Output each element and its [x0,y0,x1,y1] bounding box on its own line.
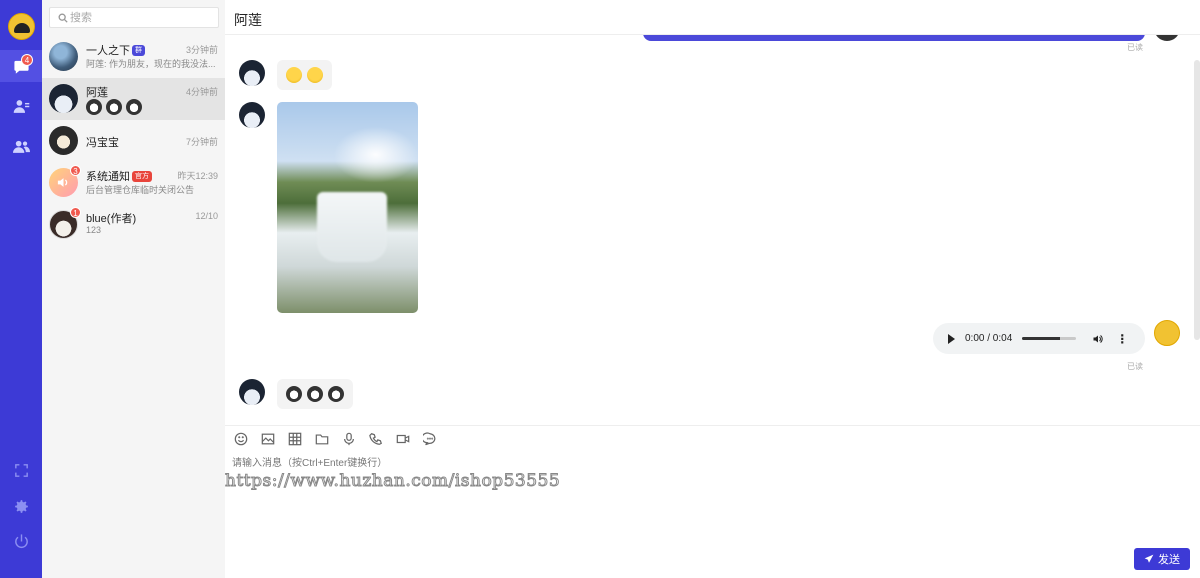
send-icon [1144,554,1154,563]
folder-icon[interactable] [315,432,329,446]
avatar [239,60,265,86]
more-options-icon[interactable]: ⋮ [1116,333,1128,345]
image-icon[interactable] [261,432,275,446]
conversation-time: 7分钟前 [185,137,218,147]
conversation-preview: 后台管理仓库临时关闭公告 [86,185,195,195]
read-status: 已读 [1127,43,1143,52]
nav-settings[interactable] [0,490,42,522]
my-avatar [1154,320,1180,346]
conversation-preview [86,99,218,115]
send-button[interactable]: 发送 [1134,548,1190,570]
conversation-time: 12/10 [195,211,218,221]
sent-message-bubble[interactable] [643,35,1145,41]
chat-title: 阿莲 [234,12,262,28]
speaker-icon [57,178,68,187]
emoji-icon [126,99,142,115]
play-icon[interactable] [948,333,955,344]
left-rail: 4 [0,0,42,578]
conversation-time: 3分钟前 [185,45,218,55]
conversation-item[interactable]: 一人之下 群 3分钟前 阿莲: 作为朋友，现在的我没法... [42,36,225,78]
search-box [49,7,219,28]
conversation-item[interactable]: 阿莲 4分钟前 [42,78,225,120]
official-tag: 官方 [132,170,152,182]
nav-chats[interactable]: 4 [0,50,42,82]
nav-contacts[interactable] [0,90,42,122]
avatar [49,84,78,113]
conversation-name: blue(作者) [86,213,137,225]
conversation-name: 冯宝宝 [86,137,119,149]
send-label: 发送 [1158,554,1180,566]
chat-unread-badge: 4 [21,54,33,66]
video-icon[interactable] [396,432,410,446]
emoji-icon [286,67,302,83]
image-message[interactable] [277,102,418,313]
avatar [49,126,78,155]
avatar [239,102,265,128]
divider [225,425,1200,426]
message-bubble[interactable] [277,60,332,90]
waterfall [317,192,387,262]
emoji-icon [307,386,323,402]
conversation-item[interactable]: 3 系统通知 官方 昨天12:39 后台管理仓库临时关闭公告 [42,162,225,204]
emoji-icon [307,67,323,83]
my-avatar [1154,35,1180,41]
nav-logout[interactable] [0,525,42,557]
mic-icon[interactable] [342,432,356,446]
chat-icon[interactable] [423,432,437,446]
conversation-preview: 123 [86,225,102,235]
conversation-time: 昨天12:39 [177,171,218,181]
audio-time: 0:00 / 0:04 [965,333,1013,344]
emoji-icon [106,99,122,115]
avatar [49,42,78,71]
power-icon [14,533,28,548]
gear-icon [14,499,28,513]
conversation-time: 4分钟前 [185,87,218,97]
audio-progress[interactable] [1022,337,1077,340]
unread-badge: 3 [70,165,81,176]
conversation-list: 一人之下 群 3分钟前 阿莲: 作为朋友，现在的我没法... 阿莲 4分钟前 冯… [42,0,225,578]
composer-toolbar [234,432,437,446]
fullscreen-icon [14,463,28,477]
emoji-icon[interactable] [234,432,248,446]
my-avatar[interactable] [8,13,35,40]
nav-fullscreen[interactable] [0,454,42,486]
emoji-icon [286,386,302,402]
read-status: 已读 [1127,362,1143,371]
phone-icon[interactable] [369,432,383,446]
table-icon[interactable] [288,432,302,446]
avatar [239,379,265,405]
volume-icon[interactable] [1092,333,1104,345]
watermark: https://www.huzhan.com/ishop53555 [224,471,561,492]
unread-badge: 1 [70,207,81,218]
conversation-preview: 阿莲: 作为朋友，现在的我没法... [86,59,216,69]
scrollbar[interactable] [1194,60,1200,340]
message-input[interactable] [232,454,1192,544]
chat-panel: 阿莲 已读 0:00 / 0:04 ⋮ 已读 请输入消息（按Ctrl+Enter… [225,0,1200,578]
audio-progress-fill [1022,337,1061,340]
search-icon [58,13,68,23]
message-bubble[interactable] [277,379,353,409]
message-area[interactable]: 已读 0:00 / 0:04 ⋮ 已读 [225,35,1200,425]
group-icon [12,140,30,153]
nav-groups[interactable] [0,130,42,162]
search-input[interactable] [70,10,210,25]
conversation-item[interactable]: 冯宝宝 7分钟前 [42,120,225,162]
conversation-name: 一人之下 [86,45,130,57]
contact-icon [13,99,29,113]
conversation-name: 系统通知 [86,171,130,183]
conversation-item[interactable]: 1 blue(作者) 12/10 123 [42,204,225,246]
emoji-icon [86,99,102,115]
group-tag: 群 [132,44,145,56]
audio-player[interactable]: 0:00 / 0:04 ⋮ [933,323,1145,354]
emoji-icon [328,386,344,402]
conversation-name: 阿莲 [86,87,108,99]
